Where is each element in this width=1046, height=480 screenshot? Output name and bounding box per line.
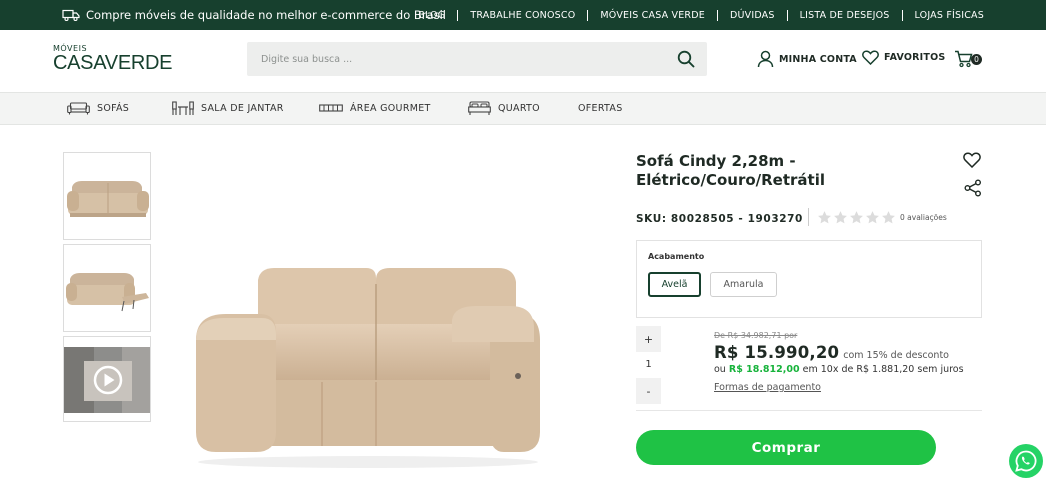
share-icon[interactable] — [964, 179, 982, 197]
product-title: Sofá Cindy 2,28m - Elétrico/Couro/Retrát… — [636, 152, 936, 190]
sofa-thumbnail-image — [67, 181, 149, 217]
nav-label: ÁREA GOURMET — [350, 103, 431, 114]
installment-total: R$ 18.812,00 — [728, 364, 800, 375]
installment-prefix: ou — [714, 364, 726, 375]
dining-icon — [172, 101, 194, 115]
nav-item-quarto[interactable]: QUARTO — [468, 93, 540, 124]
nav-label: OFERTAS — [578, 103, 623, 114]
favorites-label: FAVORITOS — [884, 52, 946, 63]
product-main-image[interactable] — [190, 240, 540, 472]
whatsapp-button[interactable] — [1009, 444, 1043, 478]
account-label: MINHA CONTA — [779, 53, 857, 65]
play-icon[interactable] — [92, 364, 124, 396]
installment-suffix: em 10x de R$ 1.881,20 sem juros — [802, 364, 964, 375]
quantity-value[interactable]: 1 — [636, 352, 661, 378]
thumbnail-2[interactable] — [63, 244, 151, 332]
product-title-line-1: Sofá Cindy 2,28m - — [636, 152, 796, 170]
product-title-line-2: Elétrico/Couro/Retrátil — [636, 171, 825, 189]
installment-text: ou R$ 18.812,00 em 10x de R$ 1.881,20 se… — [714, 364, 984, 375]
logo[interactable]: MÓVEIS CASAVERDE — [53, 44, 172, 75]
star-icon — [834, 210, 847, 223]
thumbnail-video[interactable] — [63, 336, 151, 422]
search-input[interactable] — [261, 42, 661, 76]
star-icon — [850, 210, 863, 223]
thumbnail-1[interactable] — [63, 152, 151, 240]
whatsapp-icon — [1015, 450, 1037, 472]
nav-item-area-gourmet[interactable]: ÁREA GOURMET — [319, 93, 431, 124]
divider — [636, 410, 982, 411]
heart-icon — [862, 50, 879, 65]
top-bar: Compre móveis de qualidade no melhor e-c… — [0, 0, 1046, 30]
payment-methods-link[interactable]: Formas de pagamento — [714, 382, 821, 393]
link-moveis-casa-verde[interactable]: MÓVEIS CASA VERDE — [587, 9, 717, 21]
finish-label: Acabamento — [648, 252, 705, 261]
bed-icon — [468, 101, 491, 115]
nav-item-sala-de-jantar[interactable]: SALA DE JANTAR — [172, 93, 284, 124]
link-lista-de-desejos[interactable]: LISTA DE DESEJOS — [786, 9, 902, 21]
nav-label: SALA DE JANTAR — [201, 103, 284, 114]
price-box: De R$ 34.982,71 por R$ 15.990,20 com 15%… — [714, 331, 984, 394]
promo-banner: Compre móveis de qualidade no melhor e-c… — [62, 0, 446, 30]
finish-selector: Acabamento Avelã Amarula — [636, 240, 982, 318]
nav-label: SOFÁS — [97, 103, 130, 114]
discount-text: com 15% de desconto — [843, 350, 949, 361]
cart-count-badge: 0 — [971, 54, 982, 65]
truck-icon — [62, 9, 80, 21]
finish-option-avela[interactable]: Avelã — [648, 272, 701, 297]
current-price: R$ 15.990,20 — [714, 343, 840, 362]
product-sku: SKU: 80028505 - 1903270 — [636, 213, 803, 225]
quantity-increase-button[interactable]: + — [636, 326, 661, 352]
buy-button[interactable]: Comprar — [636, 430, 936, 465]
quantity-stepper: + 1 - — [636, 326, 661, 404]
quantity-decrease-button[interactable]: - — [636, 378, 661, 404]
user-icon — [757, 50, 774, 68]
link-trabalhe-conosco[interactable]: TRABALHE CONOSCO — [457, 9, 587, 21]
category-nav: SOFÁS SALA DE JANTAR ÁREA GOURMET QUARTO… — [0, 92, 1046, 125]
search-icon[interactable] — [677, 50, 695, 68]
link-lojas-fisicas[interactable]: LOJAS FÍSICAS — [901, 9, 984, 21]
heart-icon[interactable] — [963, 152, 981, 168]
star-icon — [818, 210, 831, 223]
reviews-count: 0 avaliações — [900, 212, 947, 222]
star-icon — [866, 210, 879, 223]
old-price: De R$ 34.982,71 por — [714, 331, 798, 340]
logo-big-text: CASAVERDE — [53, 52, 173, 74]
cart-button[interactable]: 0 — [954, 50, 984, 70]
nav-item-ofertas[interactable]: OFERTAS — [578, 93, 623, 124]
link-duvidas[interactable]: DÚVIDAS — [716, 9, 787, 21]
star-icon — [882, 210, 895, 223]
promo-text: Compre móveis de qualidade no melhor e-c… — [86, 8, 446, 22]
nav-item-sofas[interactable]: SOFÁS — [67, 93, 129, 124]
favorites-button[interactable]: FAVORITOS — [862, 50, 945, 65]
current-price-row: R$ 15.990,20 com 15% de desconto — [714, 343, 984, 362]
top-links: BLOG TRABALHE CONOSCO MÓVEIS CASA VERDE … — [406, 0, 984, 30]
sofa-reclined-thumbnail-image — [66, 273, 149, 312]
link-blog[interactable]: BLOG — [406, 10, 457, 21]
account-button[interactable]: MINHA CONTA — [757, 50, 857, 68]
site-header: MÓVEIS CASAVERDE MINHA CONTA FAVORITOS 0 — [0, 30, 1046, 92]
nav-label: QUARTO — [498, 103, 540, 114]
sofa-icon — [67, 102, 90, 115]
rating-stars[interactable]: 0 avaliações — [808, 208, 947, 226]
finish-option-amarula[interactable]: Amarula — [710, 272, 777, 297]
search-bar — [247, 42, 707, 76]
grill-icon — [319, 104, 343, 112]
